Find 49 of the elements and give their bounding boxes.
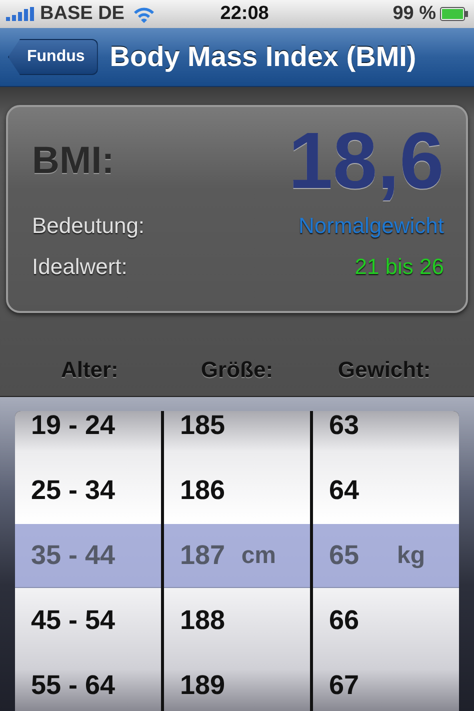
screen-title: Body Mass Index (BMI) <box>110 40 416 74</box>
bmi-label: BMI: <box>32 138 114 184</box>
picker-value: 188 <box>180 604 226 638</box>
picker-value: 45 - 54 <box>31 604 116 638</box>
bmi-value: 18,6 <box>288 121 444 201</box>
column-header: Alter: <box>60 356 120 384</box>
picker-value: 66 <box>329 604 360 638</box>
carrier-name: BASE DE <box>40 2 124 26</box>
picker-value: 63 <box>329 411 360 442</box>
picker-value: 189 <box>180 669 226 702</box>
picker-value: 67 <box>329 669 360 702</box>
picker-row[interactable]: 67 <box>313 653 459 711</box>
battery-percent: 99 % <box>392 2 436 26</box>
picker-row[interactable]: 63 <box>313 411 459 458</box>
picker-value: 64 <box>329 474 360 508</box>
picker-value: 55 - 64 <box>31 669 116 702</box>
picker-row[interactable]: 45 - 54 <box>15 588 161 653</box>
picker-row[interactable]: 55 - 64 <box>15 653 161 711</box>
signal-icon <box>6 7 36 21</box>
result-label: Bedeutung: <box>32 212 145 240</box>
clock-time: 22:08 <box>219 2 270 26</box>
result-value: 21 bis 26 <box>354 253 444 281</box>
picker-row[interactable]: 185 <box>164 411 310 458</box>
picker-wheel[interactable]: 63 64 65 kg 66 67 <box>313 411 459 711</box>
picker-value: 65 <box>329 539 360 572</box>
picker-wheel[interactable]: 185 186 187 cm 188 189 <box>164 411 310 711</box>
picker-value: 35 - 44 <box>31 539 116 572</box>
column-header: Größe: <box>200 356 274 384</box>
picker-row[interactable]: 64 <box>313 458 459 523</box>
picker-row[interactable]: 186 <box>164 458 310 523</box>
picker-value: 25 - 34 <box>31 474 116 508</box>
result-label: Idealwert: <box>32 253 128 281</box>
wifi-icon <box>132 5 156 23</box>
back-button[interactable]: Fundus <box>8 39 98 75</box>
picker-row[interactable]: 25 - 34 <box>15 458 161 523</box>
result-value: Normalgewicht <box>298 212 444 240</box>
picker-wheel[interactable]: 19 - 24 25 - 34 35 - 44 45 - 54 55 - 64 <box>15 411 161 711</box>
picker-row[interactable]: 188 <box>164 588 310 653</box>
picker-row[interactable]: 19 - 24 <box>15 411 161 458</box>
unit-label: cm <box>241 540 276 570</box>
picker-value: 185 <box>180 411 226 442</box>
picker-row[interactable]: 189 <box>164 653 310 711</box>
column-header: Gewicht: <box>336 356 432 384</box>
unit-label: kg <box>396 540 425 570</box>
picker-value: 19 - 24 <box>31 411 116 442</box>
battery-icon <box>440 7 468 21</box>
picker-row[interactable]: 66 <box>313 588 459 653</box>
picker-value: 186 <box>180 474 226 508</box>
picker-value: 187 <box>180 539 226 572</box>
